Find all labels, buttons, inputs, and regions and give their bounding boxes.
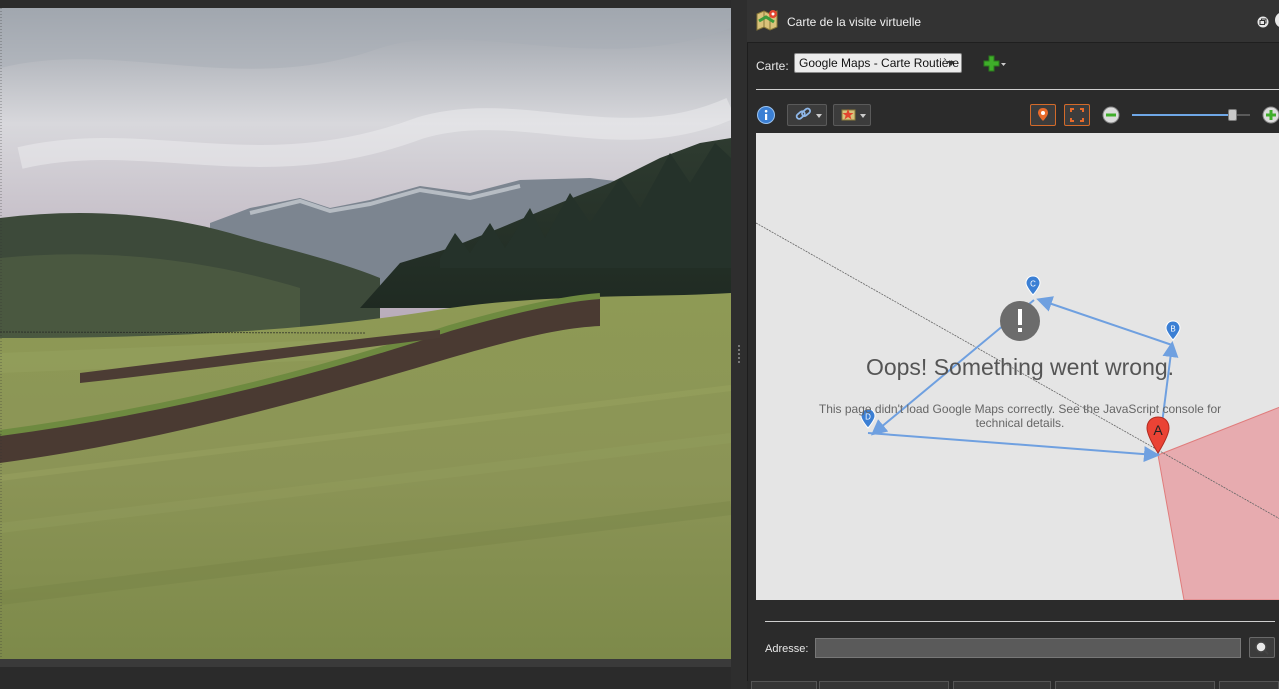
divider-bottom — [765, 621, 1275, 622]
map-logo-icon — [754, 7, 780, 33]
tab-3[interactable] — [953, 681, 1051, 689]
address-input[interactable] — [815, 638, 1241, 658]
map-star-icon — [841, 109, 856, 121]
map-marker-c[interactable]: C — [1025, 275, 1041, 296]
error-icon — [1000, 301, 1040, 341]
chevron-down-icon — [860, 114, 866, 118]
info-button[interactable] — [756, 104, 778, 126]
chevron-down-icon — [947, 61, 955, 66]
link-arrow — [1036, 296, 1173, 346]
zoom-in-button[interactable] — [1261, 104, 1279, 126]
zoom-in-icon — [1262, 106, 1279, 124]
map-type-select[interactable]: Google Maps - Carte Routière — [794, 53, 962, 73]
virtual-tour-map-panel: Carte de la visite virtuelle Carte: Goog… — [747, 0, 1279, 689]
marker-label-b: B — [1170, 325, 1175, 334]
viewer-bottom-bar — [0, 659, 731, 667]
zoom-slider-thumb[interactable] — [1228, 109, 1237, 121]
info-icon — [757, 106, 775, 124]
search-icon — [1255, 641, 1269, 655]
map-label: Carte: — [756, 59, 789, 73]
viewer-top-bar — [0, 0, 731, 8]
link-dropdown-button[interactable] — [787, 104, 827, 126]
chevron-down-icon — [816, 114, 822, 118]
divider-top — [756, 89, 1279, 90]
panel-close-icon[interactable] — [1273, 8, 1279, 32]
tab-1[interactable] — [751, 681, 817, 689]
fullscreen-icon — [1070, 108, 1084, 122]
address-label: Adresse: — [765, 643, 809, 655]
tab-2[interactable] — [819, 681, 949, 689]
panel-title: Carte de la visite virtuelle — [787, 15, 922, 29]
map-type-select-value: Google Maps - Carte Routière — [799, 56, 960, 70]
add-map-button[interactable] — [982, 53, 1008, 75]
map-view[interactable]: C B D A Oops! Something went wrong. This… — [756, 133, 1279, 600]
window-restore-icon[interactable] — [1257, 15, 1269, 28]
add-pin-button[interactable] — [1030, 104, 1056, 126]
tab-5[interactable] — [1219, 681, 1279, 689]
map-pin-icon — [1038, 108, 1048, 121]
map-error-message: This page didn't load Google Maps correc… — [818, 402, 1222, 430]
zoom-out-button[interactable] — [1101, 104, 1121, 126]
link-icon — [795, 107, 811, 120]
map-star-dropdown-button[interactable] — [833, 104, 871, 126]
zoom-slider[interactable] — [1132, 109, 1250, 121]
panel-header: Carte de la visite virtuelle — [747, 0, 1279, 43]
link-arrow — [867, 432, 1160, 463]
marker-label-c: C — [1030, 280, 1036, 289]
panel-splitter[interactable] — [731, 0, 747, 689]
splitter-grip[interactable] — [738, 345, 740, 365]
map-error-title: Oops! Something went wrong. — [865, 354, 1175, 380]
map-marker-b[interactable]: B — [1165, 320, 1181, 341]
field-of-view-cone — [1157, 406, 1279, 600]
panel-body: Carte: Google Maps - Carte Routière C B … — [747, 43, 1279, 681]
zoom-slider-fill — [1132, 114, 1232, 116]
tab-4[interactable] — [1055, 681, 1215, 689]
fullscreen-button[interactable] — [1064, 104, 1090, 126]
zoom-out-icon — [1102, 106, 1120, 124]
panorama-viewer[interactable] — [0, 8, 731, 659]
bottom-tab-bar — [747, 681, 1279, 689]
address-search-button[interactable] — [1249, 637, 1275, 658]
